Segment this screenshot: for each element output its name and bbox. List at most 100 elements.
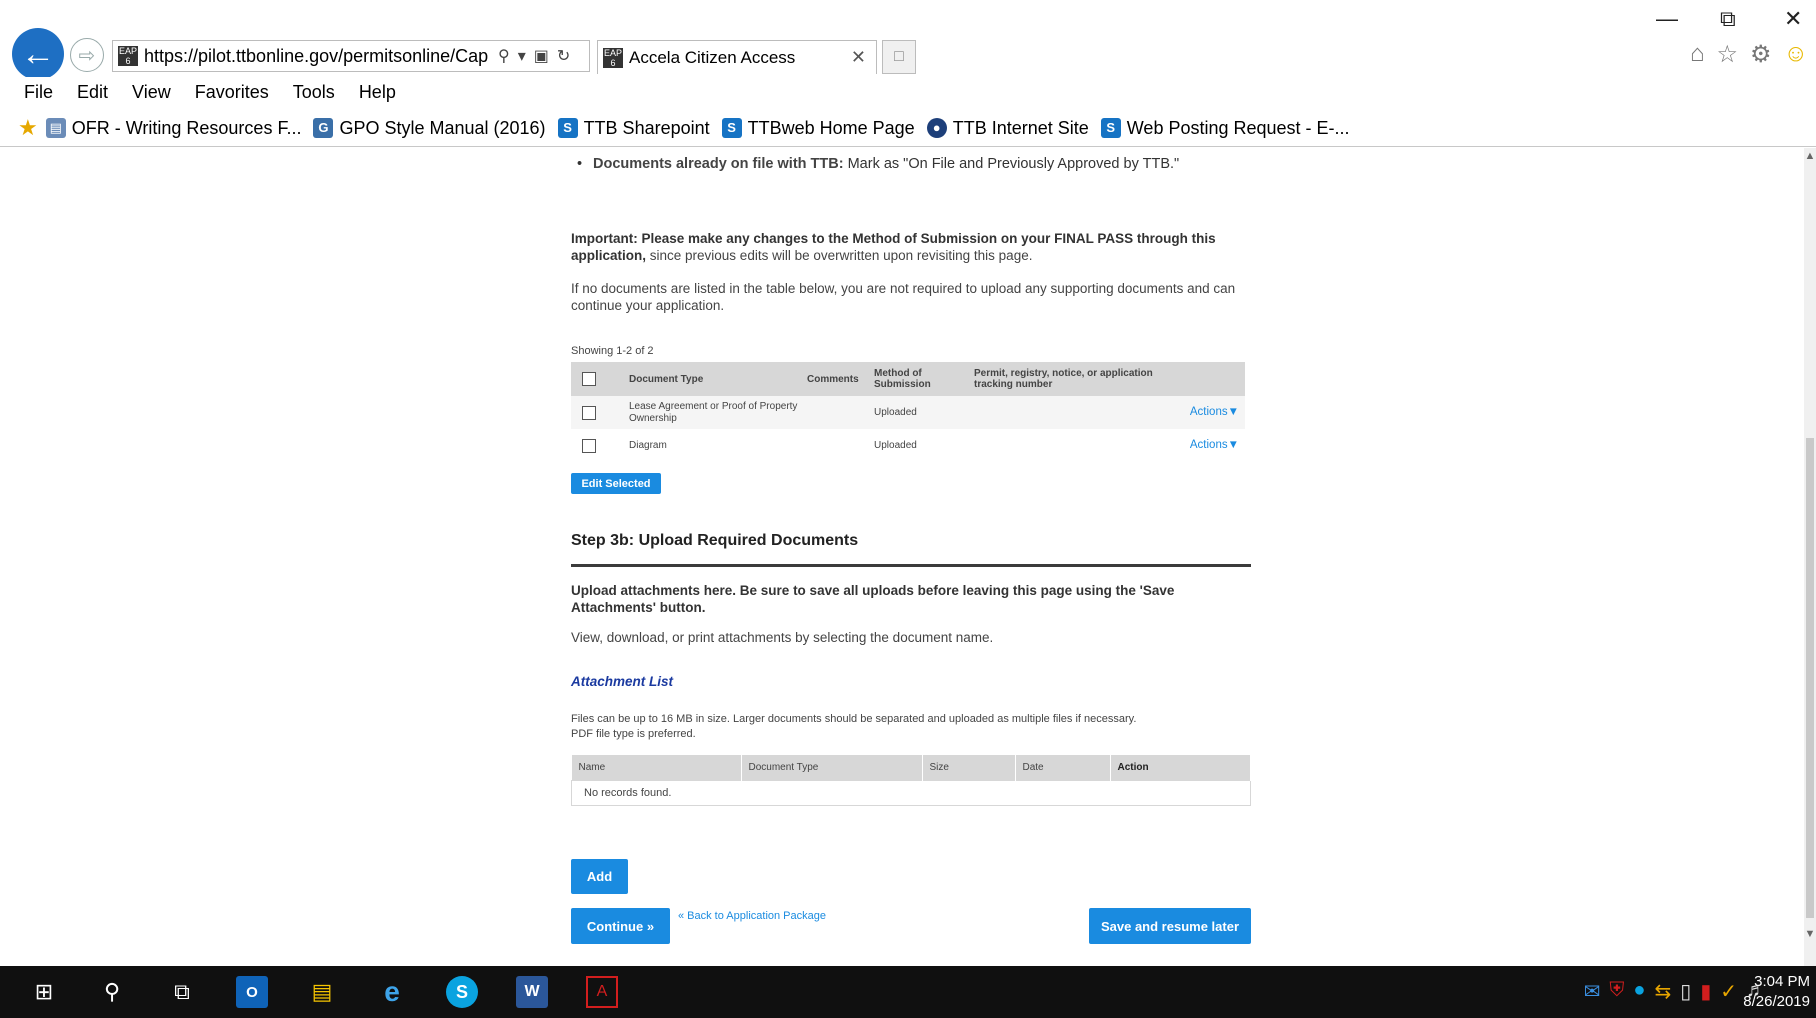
caret-down-icon: ▼ xyxy=(1227,439,1239,451)
row-select-cell xyxy=(571,396,611,429)
system-tray: ✉ ⛨ ● ⇆ ▯ ▮ ✓ ♬ xyxy=(1584,979,1766,1004)
favorite-label: GPO Style Manual (2016) xyxy=(339,117,546,138)
close-window-icon[interactable]: ✕ xyxy=(1784,6,1802,32)
forward-button[interactable]: ⇨ xyxy=(70,38,104,72)
outlook-tray-icon[interactable]: ✉ xyxy=(1584,979,1601,1004)
actions-dropdown[interactable]: Actions▼ xyxy=(1190,439,1239,451)
ttb-seal-icon: ● xyxy=(926,118,947,138)
col-method[interactable]: Method of Submission xyxy=(874,362,974,396)
comments-cell xyxy=(807,429,874,462)
upload-instructions: Upload attachments here. Be sure to save… xyxy=(571,583,1175,615)
edit-selected-button[interactable]: Edit Selected xyxy=(571,473,661,494)
menu-file[interactable]: File xyxy=(24,82,53,103)
address-bar[interactable]: EAP 6 https://pilot.ttbonline.gov/permits… xyxy=(112,40,590,72)
menu-help[interactable]: Help xyxy=(359,82,396,103)
search-icon[interactable]: ⚲ xyxy=(498,46,510,66)
address-url[interactable]: https://pilot.ttbonline.gov/permitsonlin… xyxy=(144,46,494,67)
bullet-bold: Documents already on file with TTB: xyxy=(593,156,844,172)
favorite-ttb-internet[interactable]: ● TTB Internet Site xyxy=(926,118,1089,139)
close-tab-icon[interactable]: ✕ xyxy=(851,47,866,68)
favorite-ttbweb[interactable]: S TTBweb Home Page xyxy=(721,118,915,139)
favorite-web-posting[interactable]: S Web Posting Request - E-... xyxy=(1100,118,1350,139)
favorites-star-icon[interactable]: ☆ xyxy=(1717,40,1739,69)
minimize-icon[interactable]: — xyxy=(1656,6,1678,32)
col-date[interactable]: Date xyxy=(1015,755,1111,781)
menu-edit[interactable]: Edit xyxy=(77,82,108,103)
outlook-icon[interactable]: O xyxy=(236,976,268,1008)
task-view-icon[interactable]: ⧉ xyxy=(166,976,198,1008)
method-cell: Uploaded xyxy=(874,396,974,429)
col-document-type[interactable]: Document Type xyxy=(611,362,807,396)
lock-icon[interactable]: ▣ xyxy=(534,46,549,66)
row-checkbox[interactable] xyxy=(582,438,596,453)
refresh-icon[interactable]: ↻ xyxy=(557,46,570,66)
document-type-cell: Lease Agreement or Proof of Property Own… xyxy=(611,396,807,429)
menu-view[interactable]: View xyxy=(132,82,171,103)
col-size[interactable]: Size xyxy=(922,755,1016,781)
windows-start-icon[interactable]: ⊞ xyxy=(28,976,60,1008)
home-icon[interactable]: ⌂ xyxy=(1690,40,1705,69)
browser-tab[interactable]: EAP 6 Accela Citizen Access ✕ xyxy=(597,40,877,74)
scroll-thumb[interactable] xyxy=(1806,438,1814,918)
add-button[interactable]: Add xyxy=(571,859,628,894)
checklist-icon[interactable]: ✓ xyxy=(1720,979,1737,1004)
chevron-down-icon[interactable]: ▾ xyxy=(518,46,526,66)
menu-favorites[interactable]: Favorites xyxy=(195,82,269,103)
file-explorer-icon[interactable]: ▤ xyxy=(306,976,338,1008)
attachment-list-title: Attachment List xyxy=(571,674,674,689)
mcafee-icon[interactable]: ⛨ xyxy=(1609,979,1624,1004)
network-sync-icon[interactable]: ⇆ xyxy=(1654,979,1671,1004)
caret-down-icon: ▼ xyxy=(1227,406,1239,418)
internet-explorer-icon[interactable]: e xyxy=(376,976,408,1008)
bullet-dot: • xyxy=(577,156,583,172)
new-tab-icon: □ xyxy=(894,48,904,65)
tracking-cell xyxy=(974,396,1164,429)
battery-icon[interactable]: ▮ xyxy=(1700,979,1711,1004)
usb-icon[interactable]: ▯ xyxy=(1680,979,1691,1004)
acrobat-icon[interactable]: A xyxy=(586,976,618,1008)
arrow-right-icon: ⇨ xyxy=(78,44,96,67)
back-button[interactable]: ← xyxy=(12,28,64,80)
arrow-left-icon: ← xyxy=(21,34,55,73)
back-to-package-link[interactable]: « Back to Application Package xyxy=(678,910,826,922)
page-scrollbar[interactable]: ▲ ▼ xyxy=(1804,148,1816,966)
select-all-header xyxy=(571,362,611,396)
favorite-ofr[interactable]: ▤ OFR - Writing Resources F... xyxy=(45,117,302,139)
skype-tray-icon[interactable]: ● xyxy=(1633,979,1645,1004)
scroll-down-icon[interactable]: ▼ xyxy=(1804,928,1816,940)
tracking-cell xyxy=(974,429,1164,462)
document-type-cell: Diagram xyxy=(629,439,667,451)
smiley-icon[interactable]: ☺ xyxy=(1784,40,1809,69)
continue-button[interactable]: Continue » xyxy=(571,908,670,944)
save-resume-button[interactable]: Save and resume later xyxy=(1089,908,1251,944)
add-favorite-star-icon[interactable]: ★ xyxy=(18,115,38,141)
menu-tools[interactable]: Tools xyxy=(293,82,335,103)
word-icon[interactable]: W xyxy=(516,976,548,1008)
step-title: Step 3b: Upload Required Documents xyxy=(571,532,859,549)
scroll-up-icon[interactable]: ▲ xyxy=(1804,150,1816,162)
new-tab-button[interactable]: □ xyxy=(882,40,916,74)
search-icon[interactable]: ⚲ xyxy=(96,976,128,1008)
row-checkbox[interactable] xyxy=(582,405,596,420)
col-name[interactable]: Name xyxy=(571,755,742,781)
bullet-text: Mark as "On File and Previously Approved… xyxy=(843,156,1180,172)
actions-dropdown[interactable]: Actions▼ xyxy=(1190,406,1239,418)
clock-time: 3:04 PM xyxy=(1754,973,1810,990)
method-cell: Uploaded xyxy=(874,439,917,451)
favorite-gpo[interactable]: G GPO Style Manual (2016) xyxy=(313,117,546,139)
col-tracking[interactable]: Permit, registry, notice, or application… xyxy=(974,362,1164,396)
col-attach-document-type[interactable]: Document Type xyxy=(741,755,923,781)
table-header-row: Document Type Comments Method of Submiss… xyxy=(571,362,1245,396)
system-clock[interactable]: 3:04 PM 8/26/2019 xyxy=(1743,972,1810,1012)
restore-icon[interactable]: ⧉ xyxy=(1720,6,1736,32)
favorite-label: OFR - Writing Resources F... xyxy=(71,117,302,138)
row-select-cell xyxy=(571,429,611,462)
gear-icon[interactable]: ⚙ xyxy=(1750,40,1772,69)
actions-cell: Actions▼ xyxy=(1164,429,1245,462)
col-comments[interactable]: Comments xyxy=(807,362,874,396)
sharepoint-icon: S xyxy=(1100,118,1121,138)
select-all-checkbox[interactable] xyxy=(582,372,596,386)
clock-date: 8/26/2019 xyxy=(1743,993,1810,1010)
favorite-ttb-sharepoint[interactable]: S TTB Sharepoint xyxy=(557,118,710,139)
skype-icon[interactable]: S xyxy=(446,976,478,1008)
